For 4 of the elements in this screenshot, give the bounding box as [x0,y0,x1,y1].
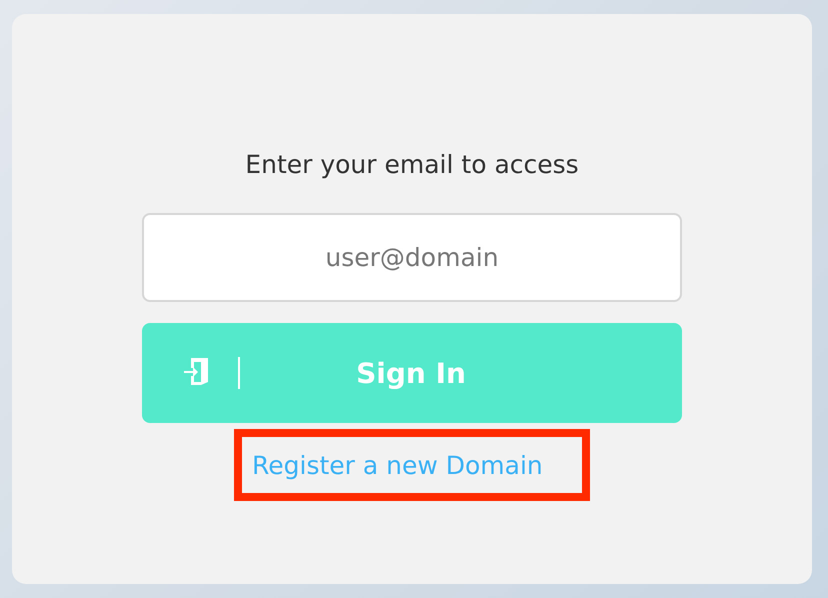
email-field[interactable]: user@domain [142,213,682,302]
prompt-text: Enter your email to access [245,149,579,181]
sign-in-button[interactable]: Sign In [142,323,682,423]
register-link[interactable]: Register a new Domain [252,450,543,480]
